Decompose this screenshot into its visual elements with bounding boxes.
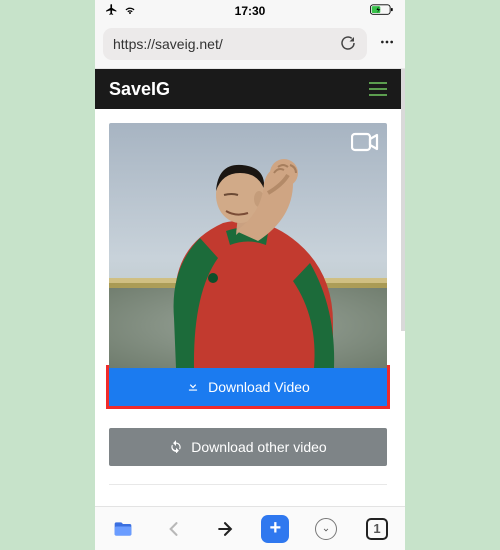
download-video-button[interactable]: Download Video: [109, 368, 387, 406]
plus-icon: +: [270, 517, 282, 540]
tab-count: 1: [366, 518, 388, 540]
page-content-wrap: SaveIG: [95, 69, 405, 506]
browser-url-bar: https://saveig.net/: [95, 22, 405, 69]
forward-arrow-icon[interactable]: [211, 515, 239, 543]
status-bar: 17:30: [95, 0, 405, 22]
status-time: 17:30: [235, 4, 266, 18]
wifi-icon: [123, 4, 137, 19]
battery-charging-icon: [369, 4, 395, 19]
more-menu-icon[interactable]: [377, 34, 397, 55]
refresh-alt-icon: [169, 439, 183, 456]
download-video-label: Download Video: [208, 379, 310, 395]
new-tab-button[interactable]: +: [261, 515, 289, 543]
phone-frame: 17:30 https://saveig.net/ SaveIG: [95, 0, 405, 550]
airplane-icon: [105, 3, 118, 19]
app-brand: SaveIG: [109, 79, 170, 100]
hamburger-menu-icon[interactable]: [369, 82, 387, 96]
refresh-icon[interactable]: [339, 34, 357, 55]
divider: [109, 484, 387, 485]
video-camera-icon: [351, 131, 379, 153]
download-other-label: Download other video: [191, 439, 326, 455]
media-card: Download Video: [109, 123, 387, 406]
url-field[interactable]: https://saveig.net/: [103, 28, 367, 60]
back-arrow-icon[interactable]: [160, 515, 188, 543]
download-other-button[interactable]: Download other video: [109, 428, 387, 466]
browser-bottom-toolbar: + 1: [95, 506, 405, 550]
video-thumbnail[interactable]: [109, 123, 387, 368]
files-folder-icon[interactable]: [109, 515, 137, 543]
scrollbar[interactable]: [401, 69, 405, 331]
downloads-button[interactable]: [312, 515, 340, 543]
tabs-button[interactable]: 1: [363, 515, 391, 543]
url-text: https://saveig.net/: [113, 36, 331, 52]
app-header: SaveIG: [95, 69, 401, 109]
download-icon: [186, 379, 200, 396]
